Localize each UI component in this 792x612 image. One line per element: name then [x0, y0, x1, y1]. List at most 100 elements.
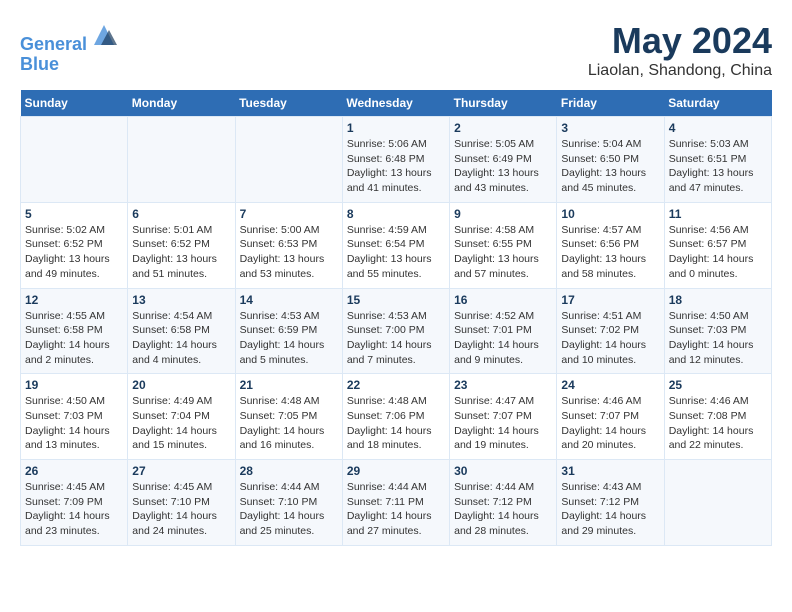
main-title: May 2024 — [588, 20, 772, 62]
title-block: May 2024 Liaolan, Shandong, China — [588, 20, 772, 80]
day-info: Sunrise: 5:05 AMSunset: 6:49 PMDaylight:… — [454, 137, 552, 196]
day-number: 1 — [347, 121, 445, 135]
day-info: Sunrise: 4:43 AMSunset: 7:12 PMDaylight:… — [561, 480, 659, 539]
day-info: Sunrise: 5:02 AMSunset: 6:52 PMDaylight:… — [25, 223, 123, 282]
day-number: 3 — [561, 121, 659, 135]
day-number: 12 — [25, 293, 123, 307]
day-number: 23 — [454, 378, 552, 392]
day-number: 13 — [132, 293, 230, 307]
day-info: Sunrise: 4:45 AMSunset: 7:09 PMDaylight:… — [25, 480, 123, 539]
page-header: General Blue May 2024 Liaolan, Shandong,… — [20, 20, 772, 80]
day-number: 30 — [454, 464, 552, 478]
calendar-week-2: 5Sunrise: 5:02 AMSunset: 6:52 PMDaylight… — [21, 202, 772, 288]
day-info: Sunrise: 5:00 AMSunset: 6:53 PMDaylight:… — [240, 223, 338, 282]
day-info: Sunrise: 4:50 AMSunset: 7:03 PMDaylight:… — [25, 394, 123, 453]
calendar-cell: 28 Sunrise: 4:44 AMSunset: 7:10 PMDayligh… — [235, 460, 342, 546]
day-info: Sunrise: 4:54 AMSunset: 6:58 PMDaylight:… — [132, 309, 230, 368]
day-number: 11 — [669, 207, 767, 221]
calendar-cell: 25 Sunrise: 4:46 AMSunset: 7:08 PMDayligh… — [664, 374, 771, 460]
calendar-table: Sunday Monday Tuesday Wednesday Thursday… — [20, 90, 772, 546]
day-info: Sunrise: 4:57 AMSunset: 6:56 PMDaylight:… — [561, 223, 659, 282]
calendar-cell: 5Sunrise: 5:02 AMSunset: 6:52 PMDaylight… — [21, 202, 128, 288]
calendar-cell: 18Sunrise: 4:50 AMSunset: 7:03 PMDayligh… — [664, 288, 771, 374]
day-info: Sunrise: 4:53 AMSunset: 6:59 PMDaylight:… — [240, 309, 338, 368]
day-info: Sunrise: 5:04 AMSunset: 6:50 PMDaylight:… — [561, 137, 659, 196]
day-number: 18 — [669, 293, 767, 307]
day-info: Sunrise: 4:48 AMSunset: 7:06 PMDaylight:… — [347, 394, 445, 453]
header-tuesday: Tuesday — [235, 90, 342, 117]
calendar-cell: 24Sunrise: 4:46 AMSunset: 7:07 PMDayligh… — [557, 374, 664, 460]
calendar-cell: 11 Sunrise: 4:56 AMSunset: 6:57 PMDayligh… — [664, 202, 771, 288]
calendar-week-4: 19Sunrise: 4:50 AMSunset: 7:03 PMDayligh… — [21, 374, 772, 460]
day-info: Sunrise: 4:55 AMSunset: 6:58 PMDaylight:… — [25, 309, 123, 368]
header-monday: Monday — [128, 90, 235, 117]
day-info: Sunrise: 4:44 AMSunset: 7:10 PMDaylight:… — [240, 480, 338, 539]
calendar-cell: 14 Sunrise: 4:53 AMSunset: 6:59 PMDayligh… — [235, 288, 342, 374]
calendar-cell: 15 Sunrise: 4:53 AMSunset: 7:00 PMDayligh… — [342, 288, 449, 374]
calendar-cell: 10Sunrise: 4:57 AMSunset: 6:56 PMDayligh… — [557, 202, 664, 288]
calendar-cell: 12 Sunrise: 4:55 AMSunset: 6:58 PMDayligh… — [21, 288, 128, 374]
day-number: 27 — [132, 464, 230, 478]
day-number: 26 — [25, 464, 123, 478]
calendar-cell: 19Sunrise: 4:50 AMSunset: 7:03 PMDayligh… — [21, 374, 128, 460]
day-number: 14 — [240, 293, 338, 307]
day-number: 8 — [347, 207, 445, 221]
calendar-cell — [21, 117, 128, 203]
calendar-cell: 27 Sunrise: 4:45 AMSunset: 7:10 PMDayligh… — [128, 460, 235, 546]
calendar-cell: 23Sunrise: 4:47 AMSunset: 7:07 PMDayligh… — [450, 374, 557, 460]
logo-text: General Blue — [20, 20, 119, 75]
day-info: Sunrise: 4:46 AMSunset: 7:08 PMDaylight:… — [669, 394, 767, 453]
day-info: Sunrise: 5:01 AMSunset: 6:52 PMDaylight:… — [132, 223, 230, 282]
day-info: Sunrise: 4:52 AMSunset: 7:01 PMDaylight:… — [454, 309, 552, 368]
calendar-cell: 21 Sunrise: 4:48 AMSunset: 7:05 PMDayligh… — [235, 374, 342, 460]
calendar-cell: 17 Sunrise: 4:51 AMSunset: 7:02 PMDayligh… — [557, 288, 664, 374]
day-info: Sunrise: 4:59 AMSunset: 6:54 PMDaylight:… — [347, 223, 445, 282]
day-number: 31 — [561, 464, 659, 478]
logo-blue: Blue — [20, 54, 59, 74]
weekday-header-row: Sunday Monday Tuesday Wednesday Thursday… — [21, 90, 772, 117]
logo: General Blue — [20, 20, 119, 75]
calendar-week-5: 26 Sunrise: 4:45 AMSunset: 7:09 PMDayligh… — [21, 460, 772, 546]
calendar-cell: 3 Sunrise: 5:04 AMSunset: 6:50 PMDaylight… — [557, 117, 664, 203]
day-number: 4 — [669, 121, 767, 135]
calendar-cell: 4 Sunrise: 5:03 AMSunset: 6:51 PMDaylight… — [664, 117, 771, 203]
header-saturday: Saturday — [664, 90, 771, 117]
day-info: Sunrise: 4:58 AMSunset: 6:55 PMDaylight:… — [454, 223, 552, 282]
day-info: Sunrise: 4:48 AMSunset: 7:05 PMDaylight:… — [240, 394, 338, 453]
day-info: Sunrise: 4:53 AMSunset: 7:00 PMDaylight:… — [347, 309, 445, 368]
calendar-cell — [235, 117, 342, 203]
day-info: Sunrise: 4:44 AMSunset: 7:11 PMDaylight:… — [347, 480, 445, 539]
day-info: Sunrise: 4:51 AMSunset: 7:02 PMDaylight:… — [561, 309, 659, 368]
calendar-cell: 29 Sunrise: 4:44 AMSunset: 7:11 PMDayligh… — [342, 460, 449, 546]
header-thursday: Thursday — [450, 90, 557, 117]
day-number: 25 — [669, 378, 767, 392]
calendar-cell: 22 Sunrise: 4:48 AMSunset: 7:06 PMDayligh… — [342, 374, 449, 460]
calendar-cell: 26 Sunrise: 4:45 AMSunset: 7:09 PMDayligh… — [21, 460, 128, 546]
calendar-cell: 8 Sunrise: 4:59 AMSunset: 6:54 PMDaylight… — [342, 202, 449, 288]
logo-icon — [89, 20, 119, 50]
day-number: 7 — [240, 207, 338, 221]
day-number: 16 — [454, 293, 552, 307]
day-info: Sunrise: 4:45 AMSunset: 7:10 PMDaylight:… — [132, 480, 230, 539]
day-number: 15 — [347, 293, 445, 307]
day-info: Sunrise: 4:46 AMSunset: 7:07 PMDaylight:… — [561, 394, 659, 453]
calendar-cell: 9Sunrise: 4:58 AMSunset: 6:55 PMDaylight… — [450, 202, 557, 288]
day-info: Sunrise: 5:06 AMSunset: 6:48 PMDaylight:… — [347, 137, 445, 196]
day-number: 17 — [561, 293, 659, 307]
calendar-cell: 20Sunrise: 4:49 AMSunset: 7:04 PMDayligh… — [128, 374, 235, 460]
day-number: 22 — [347, 378, 445, 392]
day-number: 2 — [454, 121, 552, 135]
calendar-cell — [664, 460, 771, 546]
calendar-cell: 13 Sunrise: 4:54 AMSunset: 6:58 PMDayligh… — [128, 288, 235, 374]
day-info: Sunrise: 4:56 AMSunset: 6:57 PMDaylight:… — [669, 223, 767, 282]
calendar-cell: 16 Sunrise: 4:52 AMSunset: 7:01 PMDayligh… — [450, 288, 557, 374]
logo-general: General — [20, 34, 87, 54]
day-number: 28 — [240, 464, 338, 478]
day-number: 21 — [240, 378, 338, 392]
calendar-week-1: 1 Sunrise: 5:06 AMSunset: 6:48 PMDaylight… — [21, 117, 772, 203]
day-number: 6 — [132, 207, 230, 221]
calendar-cell: 30Sunrise: 4:44 AMSunset: 7:12 PMDayligh… — [450, 460, 557, 546]
calendar-week-3: 12 Sunrise: 4:55 AMSunset: 6:58 PMDayligh… — [21, 288, 772, 374]
day-number: 29 — [347, 464, 445, 478]
day-info: Sunrise: 5:03 AMSunset: 6:51 PMDaylight:… — [669, 137, 767, 196]
